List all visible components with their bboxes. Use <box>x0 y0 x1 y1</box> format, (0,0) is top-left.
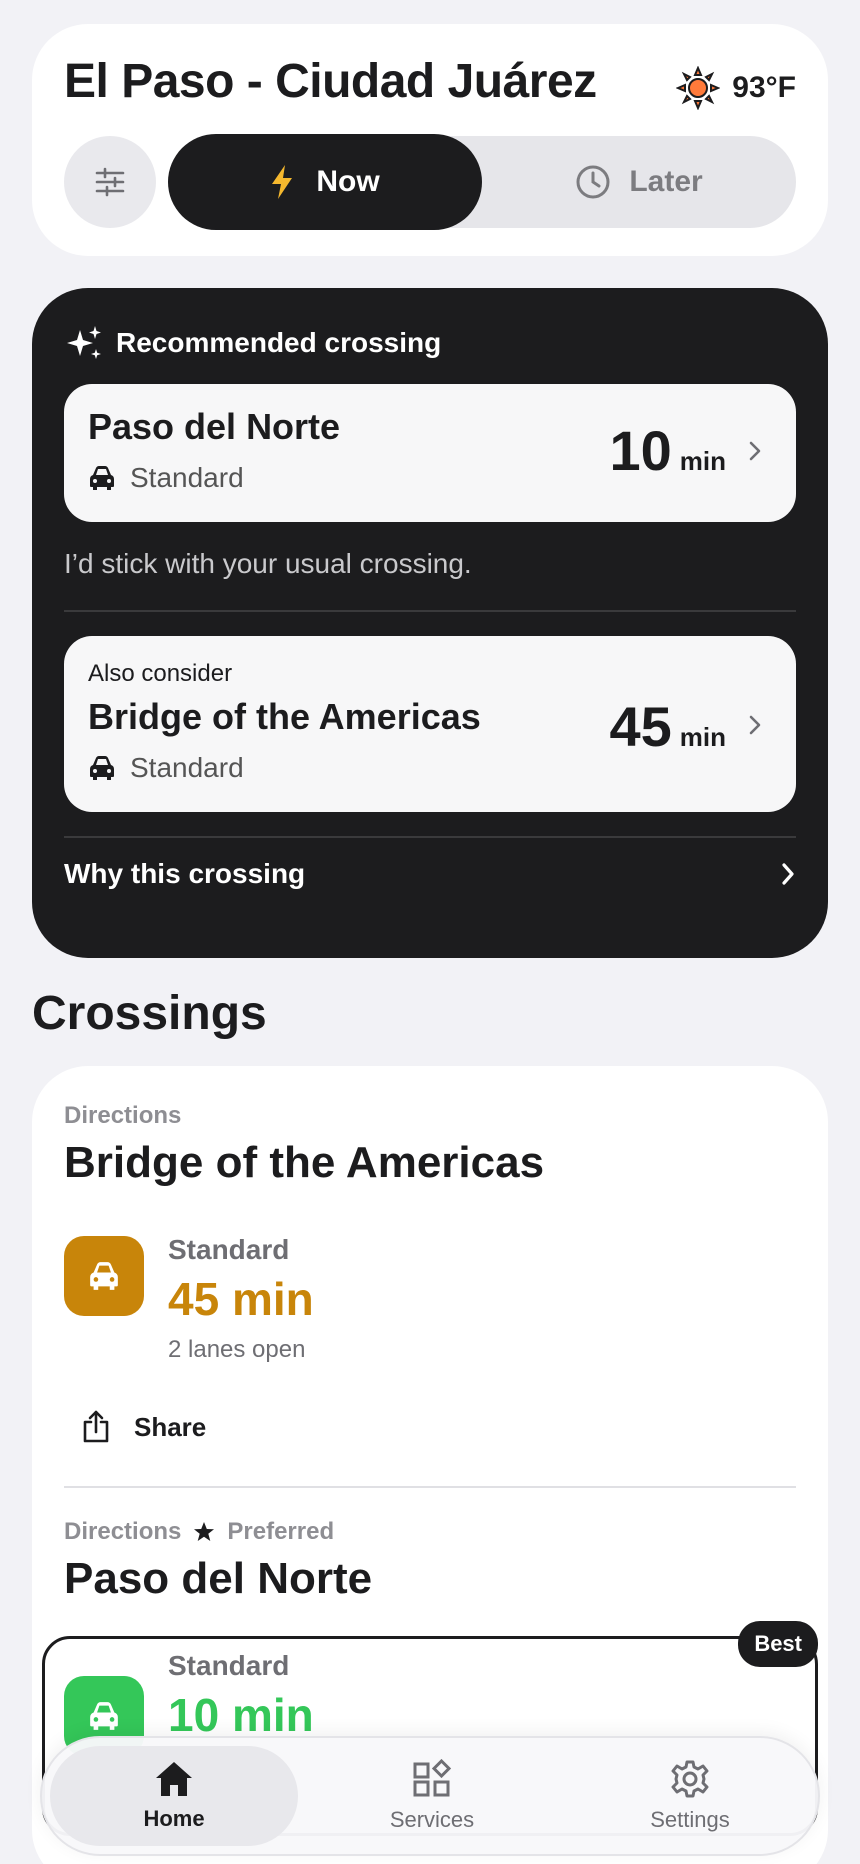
directions-link[interactable]: Directions <box>64 1102 181 1130</box>
wait-time: 45 min <box>168 1273 314 1325</box>
share-button[interactable]: Share <box>82 1410 206 1444</box>
time-segmented-control: Now Later <box>168 134 796 230</box>
page: El Paso - Ciudad Juárez 93°F Now Later R… <box>0 0 860 1864</box>
alternate-wait: 45 min <box>609 694 726 759</box>
alternate-wait-unit: min <box>679 722 726 752</box>
primary-lane-label: Standard <box>130 462 244 493</box>
tab-home-label: Home <box>143 1806 205 1831</box>
alternate-lane: Standard <box>88 752 244 784</box>
recommended-heading: Recommended crossing <box>66 324 441 362</box>
car-icon <box>90 1262 118 1290</box>
tab-now-label: Now <box>316 165 380 198</box>
wait-time: 10 min <box>168 1689 314 1741</box>
crossing-name: Bridge of the Americas <box>64 1138 545 1187</box>
lane-type: Standard <box>168 1234 290 1265</box>
bolt-icon <box>272 165 293 199</box>
sun-icon <box>676 66 721 110</box>
divider <box>64 610 796 612</box>
alternate-eyebrow: Also consider <box>88 660 233 687</box>
recommendation-note: I’d stick with your usual crossing. <box>64 548 472 579</box>
tab-services[interactable]: Services <box>308 1746 556 1846</box>
tab-later[interactable]: Later <box>482 136 796 228</box>
share-label: Share <box>134 1411 207 1442</box>
why-this-crossing-link[interactable]: Why this crossing <box>64 858 796 890</box>
gear-icon <box>671 1760 709 1798</box>
recommended-primary-item[interactable]: Paso del Norte Standard 10 min <box>64 384 796 522</box>
best-badge: Best <box>738 1621 818 1667</box>
header-card: El Paso - Ciudad Juárez 93°F Now Later <box>32 24 828 256</box>
crossing-name: Paso del Norte <box>64 1554 373 1603</box>
tab-now[interactable]: Now <box>168 134 482 230</box>
car-icon <box>90 756 114 780</box>
filter-button[interactable] <box>64 136 156 228</box>
directions-label: Directions <box>64 1518 182 1545</box>
temperature: 93°F <box>732 71 796 104</box>
page-title: El Paso - Ciudad Juárez <box>64 55 597 108</box>
primary-wait: 10 min <box>609 418 726 483</box>
primary-lane: Standard <box>88 462 244 494</box>
home-icon <box>156 1762 192 1796</box>
tab-bar: Home Services Settings <box>40 1736 820 1856</box>
tab-settings[interactable]: Settings <box>566 1746 814 1846</box>
divider <box>64 1486 796 1488</box>
recommended-heading-text: Recommended crossing <box>116 327 442 358</box>
crossings-section-title: Crossings <box>32 987 267 1040</box>
chevron-right-icon <box>782 863 794 885</box>
weather: 93°F <box>676 66 796 110</box>
alternate-wait-value: 45 <box>609 695 672 758</box>
alternate-lane-label: Standard <box>130 752 244 783</box>
share-icon <box>83 1410 109 1443</box>
recommended-alternate-item[interactable]: Also consider Bridge of the Americas Sta… <box>64 636 796 812</box>
chevron-right-icon <box>749 715 761 735</box>
services-icon <box>413 1759 452 1797</box>
directions-link[interactable]: Directions Preferred <box>64 1518 334 1546</box>
star-icon <box>194 1522 215 1541</box>
tab-settings-label: Settings <box>650 1807 730 1832</box>
car-icon <box>90 466 114 490</box>
lanes-open: 2 lanes open <box>168 1336 306 1363</box>
recommended-card: Recommended crossing Paso del Norte Stan… <box>32 288 828 958</box>
primary-crossing-name: Paso del Norte <box>88 406 341 447</box>
car-icon <box>90 1702 118 1730</box>
primary-wait-unit: min <box>679 446 726 476</box>
lane-status-icon <box>64 1236 144 1316</box>
lane-type: Standard <box>168 1650 290 1681</box>
clock-icon <box>576 165 610 199</box>
directions-label: Directions <box>64 1102 182 1129</box>
primary-wait-value: 10 <box>609 419 672 482</box>
divider <box>64 836 796 838</box>
tab-home[interactable]: Home <box>50 1746 298 1846</box>
chevron-right-icon <box>749 441 761 461</box>
sliders-icon <box>95 167 125 197</box>
tab-later-label: Later <box>629 165 703 198</box>
why-this-crossing-label: Why this crossing <box>64 858 306 889</box>
alternate-crossing-name: Bridge of the Americas <box>88 696 481 737</box>
tab-services-label: Services <box>389 1807 475 1832</box>
preferred-label: Preferred <box>227 1518 335 1545</box>
sparkles-icon <box>67 326 101 359</box>
